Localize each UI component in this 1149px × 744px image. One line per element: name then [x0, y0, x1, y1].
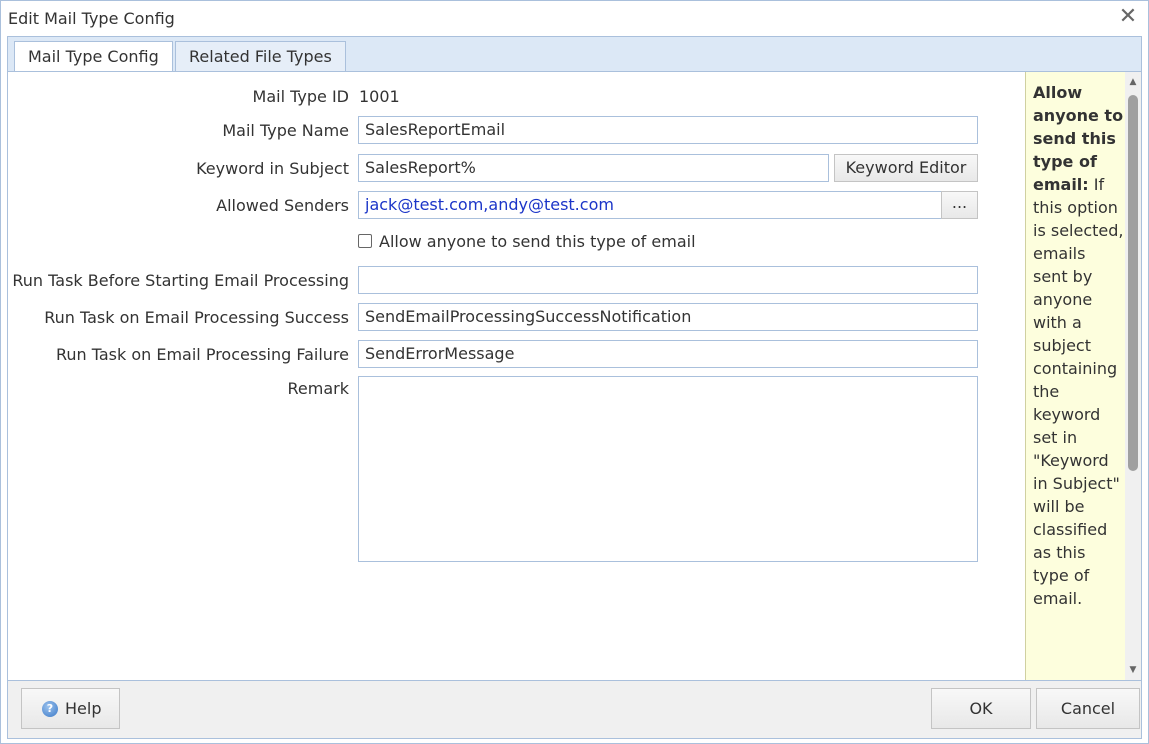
run-success-label: Run Task on Email Processing Success — [44, 308, 349, 327]
help-icon: ? — [42, 701, 58, 717]
mail-type-id-label: Mail Type ID — [252, 87, 349, 106]
mail-type-name-input[interactable]: SalesReportEmail — [358, 116, 978, 144]
run-failure-input[interactable]: SendErrorMessage — [358, 340, 978, 368]
allow-anyone-label[interactable]: Allow anyone to send this type of email — [379, 232, 696, 251]
help-panel: Allow anyone to send this type of email:… — [1025, 72, 1125, 680]
keyword-input[interactable]: SalesReport% — [358, 154, 829, 182]
tab-bar: Mail Type Config Related File Types — [7, 36, 1142, 74]
close-icon[interactable]: ✕ — [1118, 6, 1138, 28]
mail-type-name-label: Mail Type Name — [222, 121, 349, 140]
remark-textarea[interactable] — [358, 376, 978, 562]
help-button-label: Help — [65, 699, 102, 718]
run-success-input[interactable]: SendEmailProcessingSuccessNotification — [358, 303, 978, 331]
scroll-down-icon[interactable]: ▼ — [1128, 666, 1138, 675]
dialog-footer: ? Help OK Cancel — [7, 681, 1142, 739]
mail-type-id-value: 1001 — [359, 87, 400, 106]
title-bar: Edit Mail Type Config ✕ — [1, 1, 1148, 36]
remark-label: Remark — [287, 379, 349, 398]
allowed-senders-label: Allowed Senders — [216, 196, 349, 215]
run-failure-label: Run Task on Email Processing Failure — [55, 345, 349, 364]
label-column: Mail Type ID Mail Type Name Keyword in S… — [8, 72, 349, 680]
tab-mail-type-config[interactable]: Mail Type Config — [14, 41, 173, 74]
run-before-label: Run Task Before Starting Email Processin… — [12, 271, 349, 290]
help-panel-scrollbar[interactable]: ▲ ▼ — [1125, 72, 1141, 680]
keyword-editor-button[interactable]: Keyword Editor — [834, 154, 978, 182]
dialog-title: Edit Mail Type Config — [8, 9, 175, 28]
tab-related-file-types[interactable]: Related File Types — [175, 41, 346, 73]
scroll-thumb[interactable] — [1128, 95, 1138, 471]
help-panel-body: If this option is selected, emails sent … — [1033, 175, 1124, 608]
ok-button[interactable]: OK — [931, 688, 1031, 729]
keyword-label: Keyword in Subject — [196, 159, 349, 178]
allow-anyone-checkbox[interactable] — [358, 234, 372, 248]
form-content: Mail Type ID Mail Type Name Keyword in S… — [7, 71, 1142, 681]
help-button[interactable]: ? Help — [21, 688, 120, 729]
allowed-senders-input[interactable]: jack@test.com,andy@test.com — [358, 191, 942, 219]
help-panel-title: Allow anyone to send this type of email: — [1033, 83, 1124, 194]
cancel-button[interactable]: Cancel — [1036, 688, 1140, 729]
edit-mail-type-dialog: Edit Mail Type Config ✕ Mail Type Config… — [0, 0, 1149, 744]
run-before-input[interactable] — [358, 266, 978, 294]
browse-senders-button[interactable]: ... — [941, 191, 978, 219]
scroll-up-icon[interactable]: ▲ — [1128, 78, 1138, 87]
